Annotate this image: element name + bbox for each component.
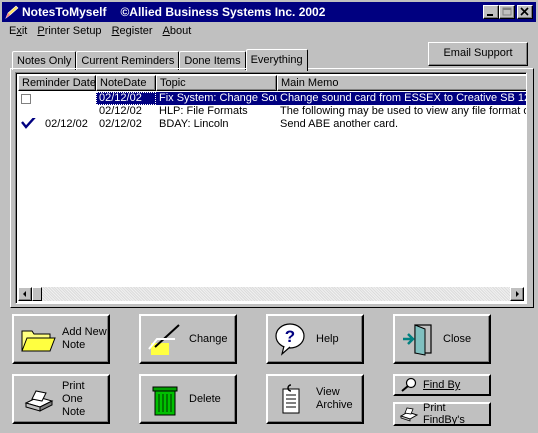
- delete-button[interactable]: Delete: [139, 374, 237, 424]
- menu-bar: Exit Printer Setup Register About: [4, 24, 196, 41]
- close-label: Close: [443, 332, 472, 345]
- reminder-checkbox[interactable]: [21, 93, 31, 104]
- reminder-date: [18, 105, 96, 118]
- horizontal-scrollbar[interactable]: [18, 287, 524, 301]
- column-header-reminder-date[interactable]: Reminder Date: [18, 75, 96, 91]
- find-by-label: Find By: [423, 379, 461, 391]
- menu-exit[interactable]: Exit: [4, 24, 32, 41]
- maximize-button[interactable]: [499, 5, 515, 19]
- memo: Change sound card from ESSEX to Creative…: [277, 92, 526, 105]
- view-archive-button[interactable]: View Archive: [266, 374, 364, 424]
- menu-register[interactable]: Register: [107, 24, 158, 41]
- tab-panel: Reminder Date NoteDate Topic Main Memo 0…: [10, 68, 534, 308]
- checkmark-icon: [21, 118, 37, 131]
- print-findbys-label: Print FindBy's: [423, 402, 465, 426]
- arrow-left-icon: [23, 291, 26, 297]
- reminder-date: 02/12/02: [45, 118, 88, 130]
- trash-can-icon: [145, 379, 185, 419]
- add-new-note-label-1: Add New: [62, 326, 107, 338]
- minimize-icon: [487, 14, 493, 16]
- add-new-note-button[interactable]: Add New Note: [12, 314, 110, 364]
- close-window-button[interactable]: [517, 5, 533, 19]
- window-title: NotesToMyself: [22, 5, 107, 19]
- arrow-right-icon: [516, 291, 519, 297]
- find-by-button[interactable]: Find By: [393, 374, 491, 396]
- maximize-icon: [502, 7, 512, 16]
- memo: The following may be used to view any fi…: [280, 105, 527, 117]
- note-date: 02/12/02: [99, 118, 142, 130]
- table-row[interactable]: 02/12/02 02/12/02 BDAY: Lincoln Send ABE…: [18, 118, 526, 131]
- magnifier-icon: [399, 377, 419, 393]
- change-button[interactable]: Change: [139, 314, 237, 364]
- note-date: 02/12/02: [96, 92, 156, 105]
- menu-about[interactable]: About: [158, 24, 197, 41]
- folder-icon: [18, 319, 58, 359]
- list-rows: 02/12/02 Fix System: Change Sou Change s…: [18, 92, 527, 131]
- topic: HLP: File Formats: [159, 105, 248, 117]
- table-row[interactable]: 02/12/02 Fix System: Change Sou Change s…: [18, 92, 526, 105]
- reminder-cell[interactable]: [18, 92, 96, 105]
- tab-strip: Notes Only Current Reminders Done Items …: [12, 49, 308, 71]
- column-header-topic[interactable]: Topic: [156, 75, 277, 91]
- list-header: Reminder Date NoteDate Topic Main Memo: [18, 75, 526, 91]
- view-archive-label-1: View: [316, 386, 340, 398]
- close-button[interactable]: Close: [393, 314, 491, 364]
- table-row[interactable]: 02/12/02 HLP: File Formats The following…: [18, 105, 527, 118]
- scroll-left-button[interactable]: [18, 287, 32, 301]
- title-bar[interactable]: NotesToMyself ©Allied Business Systems I…: [2, 2, 536, 22]
- print-one-note-label-2: Note: [62, 405, 86, 418]
- add-new-note-label-2: Note: [62, 339, 86, 351]
- view-archive-label-2: Archive: [316, 399, 353, 411]
- scroll-thumb[interactable]: [32, 287, 42, 301]
- topic: BDAY: Lincoln: [159, 118, 229, 130]
- scroll-right-button[interactable]: [510, 287, 524, 301]
- delete-label: Delete: [189, 392, 221, 405]
- print-one-note-button[interactable]: Print One Note: [12, 374, 110, 424]
- pencil-app-icon: [5, 5, 19, 19]
- svg-text:?: ?: [285, 327, 295, 346]
- app-window: NotesToMyself ©Allied Business Systems I…: [0, 0, 538, 433]
- scroll-track[interactable]: [42, 287, 510, 301]
- column-header-main-memo[interactable]: Main Memo: [277, 75, 526, 91]
- question-bubble-icon: ?: [272, 319, 312, 359]
- archive-document-icon: [272, 379, 312, 419]
- window-copyright: ©Allied Business Systems Inc. 2002: [120, 5, 326, 19]
- help-button[interactable]: ? Help: [266, 314, 364, 364]
- printer-small-icon: [399, 406, 419, 422]
- reminder-cell[interactable]: 02/12/02: [18, 118, 96, 131]
- note-date: 02/12/02: [99, 105, 142, 117]
- pencil-edit-icon: [145, 319, 185, 359]
- minimize-button[interactable]: [483, 5, 499, 19]
- exit-door-icon: [399, 319, 439, 359]
- column-header-note-date[interactable]: NoteDate: [96, 75, 156, 91]
- tab-everything[interactable]: Everything: [245, 49, 308, 71]
- print-findbys-button[interactable]: Print FindBy's: [393, 402, 491, 426]
- menu-printer-setup[interactable]: Printer Setup: [32, 24, 106, 41]
- topic: Fix System: Change Sou: [156, 92, 277, 105]
- memo: Send ABE another card.: [280, 118, 399, 130]
- printer-icon: [18, 379, 58, 419]
- notes-list[interactable]: Reminder Date NoteDate Topic Main Memo 0…: [15, 72, 527, 304]
- email-support-button[interactable]: Email Support: [428, 42, 528, 66]
- change-label: Change: [189, 332, 228, 345]
- print-one-note-label-1: Print One: [62, 379, 85, 405]
- close-icon: [520, 7, 529, 16]
- help-label: Help: [316, 332, 339, 345]
